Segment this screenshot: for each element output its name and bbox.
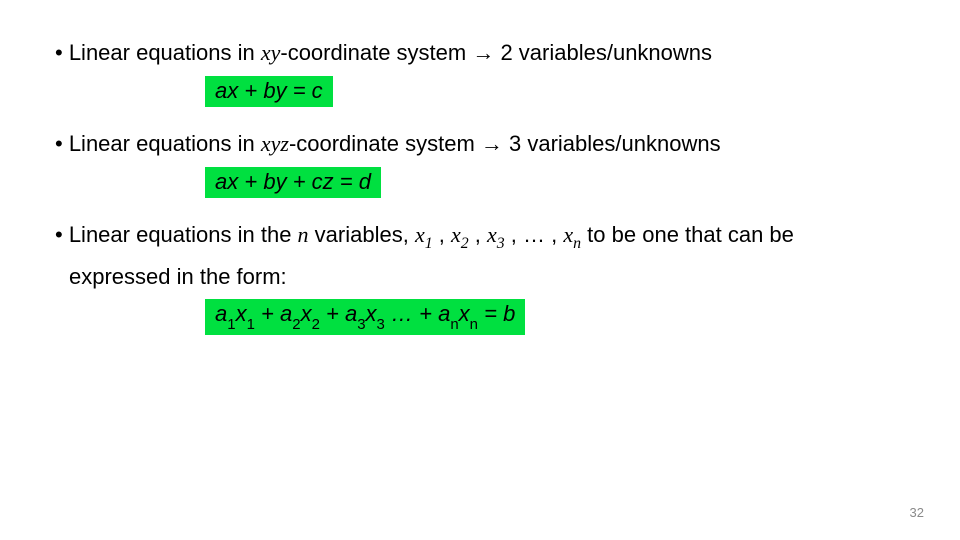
bn-x1: x — [415, 222, 425, 247]
bn-c2: , — [469, 222, 487, 247]
eq3-as3: 3 — [357, 316, 365, 333]
bn-x2: x — [451, 222, 461, 247]
eq2-p1: + — [238, 169, 263, 194]
eq3-xs1: 1 — [247, 316, 255, 333]
bullet-n-line2: expressed in the form: — [55, 262, 905, 292]
eq1-x: x — [227, 78, 238, 103]
eq2-z: z — [323, 169, 334, 194]
eq3-a1: a — [215, 301, 227, 326]
bullet-xyz-pre: • Linear equations in — [55, 131, 261, 156]
bullet-xy-pre: • Linear equations in — [55, 40, 261, 65]
page-number: 32 — [910, 505, 924, 520]
bn-s3: 3 — [497, 235, 505, 252]
eq3-b: b — [503, 301, 515, 326]
equation-n-wrap: a1x1 + a2x2 + a3x3 … + anxn = b — [205, 299, 905, 335]
bullet-xy-var: xy — [261, 40, 281, 65]
eq3-as1: 1 — [227, 316, 235, 333]
eq2-eq: = — [334, 169, 359, 194]
eq2-x: x — [227, 169, 238, 194]
equation-xyz: ax + by + cz = d — [205, 167, 381, 198]
eq3-an: a — [438, 301, 450, 326]
eq2-c: c — [312, 169, 323, 194]
eq3-xn: x — [459, 301, 470, 326]
slide: • Linear equations in xy-coordinate syst… — [0, 0, 960, 540]
bn-sn: n — [573, 235, 581, 252]
bullet-n-post1: to be one that can be — [581, 222, 794, 247]
eq3-xs3: 3 — [377, 316, 385, 333]
bullet-n-n: n — [298, 222, 309, 247]
bn-xn: x — [563, 222, 573, 247]
eq3-p1: + — [255, 301, 280, 326]
eq1-c: c — [312, 78, 323, 103]
bn-dots: , … , — [505, 222, 564, 247]
equation-xyz-wrap: ax + by + cz = d — [205, 167, 905, 198]
bullet-n-pre: • Linear equations in the — [55, 222, 298, 247]
eq3-dots: … — [385, 301, 419, 326]
eq2-a: a — [215, 169, 227, 194]
bn-x3: x — [487, 222, 497, 247]
eq2-b: b — [263, 169, 275, 194]
eq2-y: y — [276, 169, 287, 194]
eq3-asn: n — [450, 316, 458, 333]
equation-xy: ax + by = c — [205, 76, 333, 107]
bullet-xy-post: -coordinate system → 2 variables/unknown… — [280, 40, 712, 65]
eq1-a: a — [215, 78, 227, 103]
eq3-a2: a — [280, 301, 292, 326]
equation-n: a1x1 + a2x2 + a3x3 … + anxn = b — [205, 299, 525, 335]
bullet-n-mid: variables, — [309, 222, 415, 247]
eq3-x3: x — [366, 301, 377, 326]
bn-c1: , — [433, 222, 451, 247]
eq3-a3: a — [345, 301, 357, 326]
eq3-p2: + — [320, 301, 345, 326]
eq1-eq: = — [287, 78, 312, 103]
bullet-xyz-var: xyz — [261, 131, 289, 156]
eq2-d: d — [359, 169, 371, 194]
eq2-p2: + — [287, 169, 312, 194]
eq3-xs2: 2 — [312, 316, 320, 333]
eq1-y: y — [276, 78, 287, 103]
eq3-xsn: n — [470, 316, 478, 333]
bullet-xyz-post: -coordinate system → 3 variables/unknown… — [289, 131, 721, 156]
eq1-plus: + — [238, 78, 263, 103]
eq3-x1: x — [236, 301, 247, 326]
eq3-eq: = — [478, 301, 503, 326]
eq3-as2: 2 — [292, 316, 300, 333]
equation-xy-wrap: ax + by = c — [205, 76, 905, 107]
bullet-n: • Linear equations in the n variables, x… — [55, 220, 905, 254]
bullet-xyz: • Linear equations in xyz-coordinate sys… — [55, 129, 905, 159]
bullet-xy: • Linear equations in xy-coordinate syst… — [55, 38, 905, 68]
eq3-x2: x — [301, 301, 312, 326]
eq1-b: b — [263, 78, 275, 103]
eq3-p3: + — [419, 301, 438, 326]
bn-s2: 2 — [461, 235, 469, 252]
bn-s1: 1 — [425, 235, 433, 252]
